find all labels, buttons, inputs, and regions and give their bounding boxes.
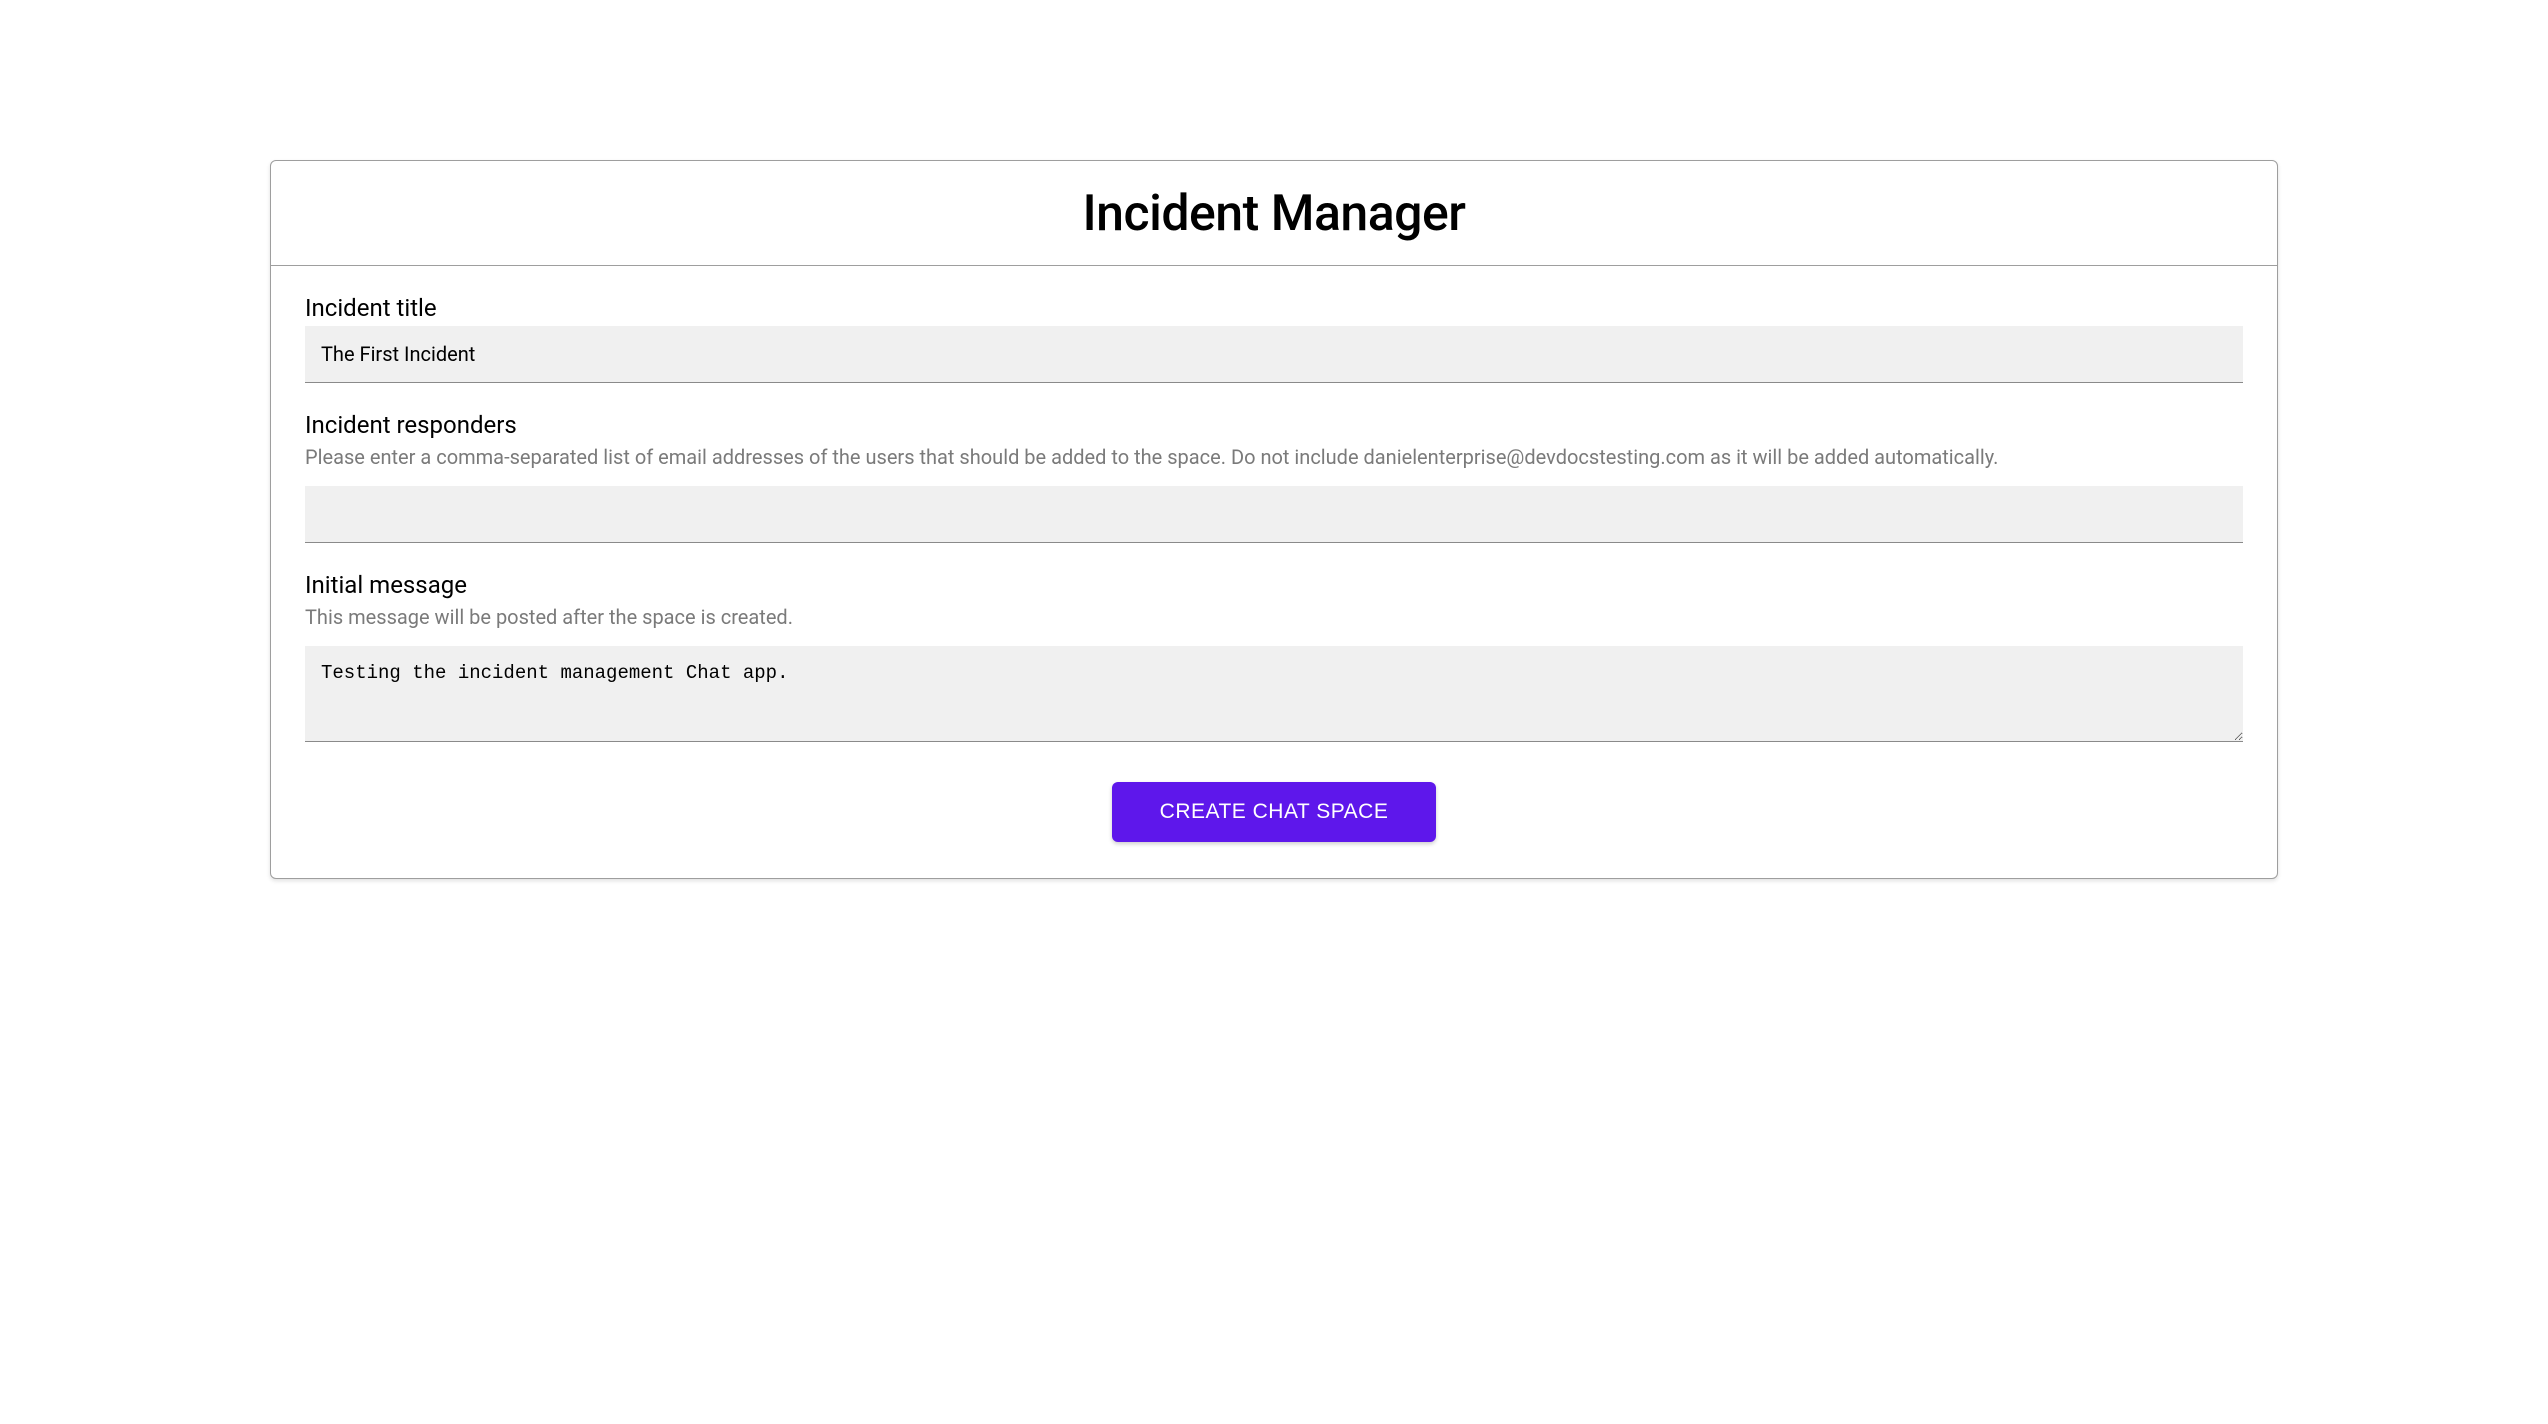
- incident-responders-label: Incident responders: [305, 411, 2243, 439]
- button-row: CREATE CHAT SPACE: [305, 782, 2243, 842]
- card-header: Incident Manager: [271, 161, 2277, 266]
- initial-message-label: Initial message: [305, 571, 2243, 599]
- incident-manager-card: Incident Manager Incident title Incident…: [270, 160, 2278, 879]
- incident-responders-group: Incident responders Please enter a comma…: [305, 411, 2243, 543]
- incident-responders-input[interactable]: [305, 486, 2243, 543]
- initial-message-group: Initial message This message will be pos…: [305, 571, 2243, 746]
- initial-message-textarea[interactable]: Testing the incident management Chat app…: [305, 646, 2243, 742]
- page-title: Incident Manager: [291, 185, 2257, 243]
- create-chat-space-button[interactable]: CREATE CHAT SPACE: [1112, 782, 1437, 842]
- initial-message-hint: This message will be posted after the sp…: [305, 603, 2243, 632]
- incident-title-input[interactable]: [305, 326, 2243, 383]
- incident-title-label: Incident title: [305, 294, 2243, 322]
- incident-responders-hint: Please enter a comma-separated list of e…: [305, 443, 2243, 472]
- card-body: Incident title Incident responders Pleas…: [271, 266, 2277, 878]
- incident-title-group: Incident title: [305, 294, 2243, 383]
